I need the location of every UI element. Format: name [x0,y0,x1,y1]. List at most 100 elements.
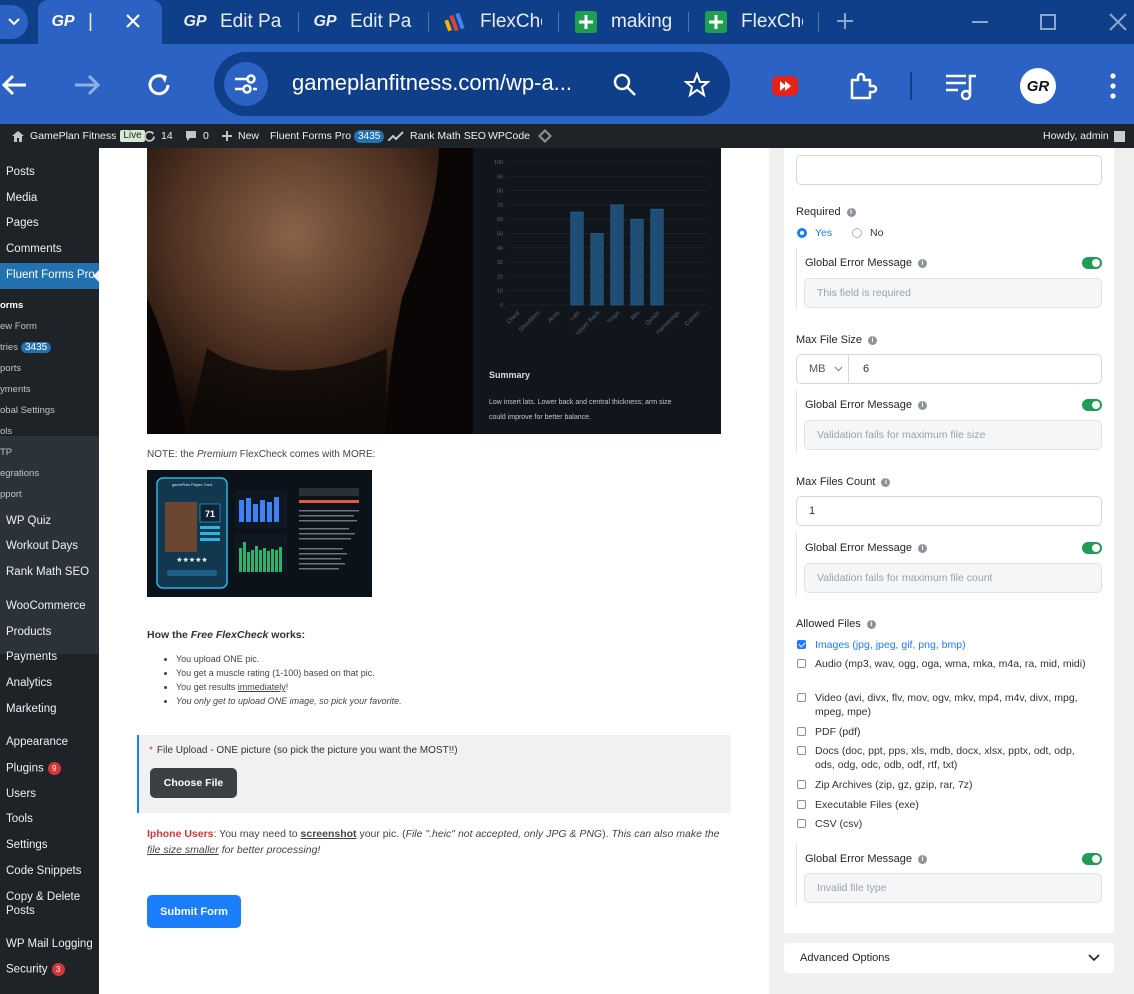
extensions-puzzle-icon[interactable] [846,70,878,102]
sidebar-item-settings[interactable]: Settings [6,839,48,851]
gameplan-favicon-icon: GP [51,13,75,30]
max-files-count-input[interactable]: 1 [796,496,1102,526]
kebab-menu-icon[interactable] [1100,70,1126,102]
error-required-input[interactable]: This field is required [804,278,1102,308]
max-file-size-value[interactable]: 6 [849,355,1101,383]
sidebar-item-media[interactable]: Media [6,192,37,204]
allowed-csv-checkbox[interactable]: CSV (csv) [797,817,862,831]
adminbar-wpcode[interactable]: WPCode [488,124,553,148]
info-icon: i [918,258,927,268]
error-size-input[interactable]: Validation fails for maximum file size [804,420,1102,450]
adminbar-updates[interactable]: 14 [143,124,173,148]
sidebar-item-wp-mail-logging[interactable]: WP Mail Logging [6,938,93,950]
submenu-support[interactable]: pport [0,489,22,500]
submit-form-button[interactable]: Submit Form [147,895,241,928]
zoom-magnifier-icon[interactable] [612,72,638,98]
chart-summary-line1: Low insert lats. Lower back and central … [489,399,672,406]
tab-6[interactable]: FlexChe [703,6,803,38]
new-tab-plus-icon[interactable] [834,10,856,32]
advanced-options-toggle[interactable]: Advanced Options [784,943,1114,973]
submenu-entries[interactable]: tries 3435 [0,341,52,354]
max-file-size-label: Max File Size i [796,334,878,346]
submenu-smtp[interactable]: TP [0,447,12,458]
adminbar-new[interactable]: New [222,124,259,148]
tab-list-dropdown[interactable] [0,5,28,39]
required-yes-radio[interactable]: Yes [797,227,832,239]
allowed-pdf-checkbox[interactable]: PDF (pdf) [797,725,861,739]
gem-toggle[interactable] [1082,399,1102,411]
close-window-icon[interactable] [1106,10,1130,34]
reload-icon[interactable] [144,70,174,100]
sidebar-item-marketing[interactable]: Marketing [6,703,57,715]
submenu-tools[interactable]: ols [0,426,12,437]
submenu-integrations[interactable]: egrations [0,468,39,479]
sidebar-item-plugins[interactable]: Plugins 9 [6,762,61,775]
text-input-top[interactable] [796,155,1102,185]
gem-label: Global Error Message i [805,257,927,269]
bookmark-star-icon[interactable] [684,72,710,98]
tab-3[interactable]: GP Edit Pag [312,6,412,38]
entries-count-badge: 3435 [20,342,52,353]
media-queue-icon[interactable] [944,70,978,102]
form-preview: 100 90 80 70 60 50 40 30 20 10 0 Chest Shoulders Arms… [99,148,769,994]
sidebar-item-rank-math[interactable]: Rank Math SEO [6,566,89,578]
tab-2[interactable]: GP Edit Pag [182,6,282,38]
submenu-payments[interactable]: yments [0,384,31,395]
unit-select[interactable]: MB [797,355,849,383]
minimize-window-icon[interactable] [968,10,992,34]
choose-file-button[interactable]: Choose File [150,768,237,798]
allowed-docs-checkbox[interactable]: Docs (doc, ppt, pps, xls, mdb, docx, xls… [797,744,1097,772]
adminbar-howdy[interactable]: Howdy, admin [1043,124,1125,148]
adminbar-fluent[interactable]: Fluent Forms Pro 3435 [270,124,385,148]
sidebar-item-analytics[interactable]: Analytics [6,677,52,689]
sidebar-item-code-snippets[interactable]: Code Snippets [6,865,81,877]
sidebar-item-comments[interactable]: Comments [6,243,62,255]
forward-arrow-icon[interactable] [72,70,102,100]
gem-toggle[interactable] [1082,257,1102,269]
profile-avatar-icon[interactable]: GR [1020,68,1056,104]
error-type-input[interactable]: Invalid file type [804,873,1102,903]
sidebar-item-fluent-forms[interactable]: Fluent Forms Pro [0,263,99,289]
close-tab-icon[interactable] [122,10,144,32]
back-arrow-icon[interactable] [0,70,30,100]
sidebar-item-security[interactable]: Security 3 [6,963,65,976]
gem-toggle[interactable] [1082,542,1102,554]
sidebar-item-pages[interactable]: Pages [6,217,39,229]
submenu-forms[interactable]: orms [0,300,23,311]
omnibox[interactable]: gameplanfitness.com/wp-a... [214,52,730,116]
maximize-window-icon[interactable] [1036,10,1060,34]
adminbar-rankmath[interactable]: Rank Math SEO [388,124,486,148]
tab-5[interactable]: making [573,6,673,38]
submenu-new-form[interactable]: ew Form [0,321,37,332]
gem-toggle[interactable] [1082,853,1102,865]
required-no-radio[interactable]: No [852,227,883,239]
submenu-reports[interactable]: ports [0,363,21,374]
sidebar-item-wp-quiz[interactable]: WP Quiz [6,515,51,527]
sidebar-item-appearance[interactable]: Appearance [6,736,68,748]
allowed-video-checkbox[interactable]: Video (avi, divx, flv, mov, ogv, mkv, mp… [797,691,1097,719]
sidebar-item-payments[interactable]: Payments [6,651,57,663]
allowed-exe-checkbox[interactable]: Executable Files (exe) [797,798,919,812]
url-text[interactable]: gameplanfitness.com/wp-a... [292,70,572,96]
site-settings-icon[interactable] [224,62,268,106]
allowed-images-checkbox[interactable]: Images (jpg, jpeg, gif, png, bmp) [797,638,966,652]
sidebar-item-tools[interactable]: Tools [6,813,33,825]
allowed-files-label: Allowed Files i [796,618,876,630]
tab-separator [688,12,689,32]
allowed-zip-checkbox[interactable]: Zip Archives (zip, gz, gzip, rar, 7z) [797,778,973,792]
adminbar-comments[interactable]: 0 [185,124,209,148]
error-count-input[interactable]: Validation fails for maximum file count [804,563,1102,593]
sidebar-item-woocommerce[interactable]: WooCommerce [6,600,86,612]
youtube-extension-icon[interactable] [772,76,798,96]
allowed-audio-checkbox[interactable]: Audio (mp3, wav, ogg, oga, wma, mka, m4a… [797,657,1097,671]
sidebar-item-posts[interactable]: Posts [6,166,35,178]
sidebar-item-products[interactable]: Products [6,626,51,638]
sidebar-item-copy-delete[interactable]: Copy & Delete Posts [6,890,80,918]
adminbar-site[interactable]: GamePlan Fitness Live [12,124,145,148]
sidebar-item-workout-days[interactable]: Workout Days [6,540,78,552]
tab-1[interactable]: GP | [50,6,126,38]
sidebar-item-users[interactable]: Users [6,788,36,800]
premium-preview-image: gamePlan Player Card 71 ★★★★★ [147,470,372,597]
submenu-global-settings[interactable]: obal Settings [0,405,55,416]
tab-4[interactable]: FlexChe [442,6,542,38]
